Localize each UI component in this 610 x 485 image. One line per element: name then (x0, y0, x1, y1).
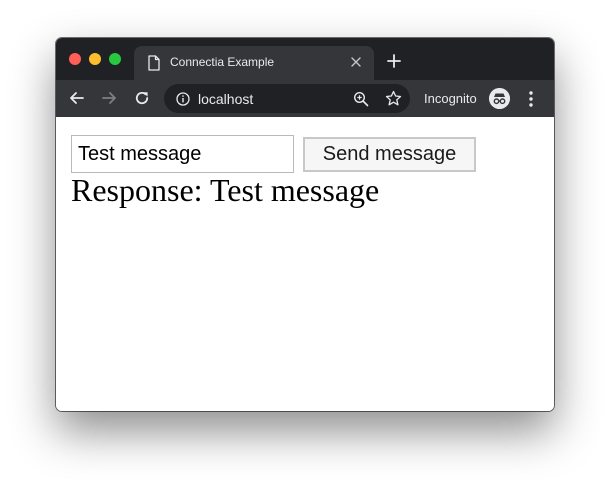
page-icon (148, 55, 160, 71)
new-tab-icon[interactable] (386, 53, 402, 69)
window-minimize-button[interactable] (89, 53, 101, 65)
window-close-button[interactable] (69, 53, 81, 65)
url-text: localhost (198, 91, 254, 107)
tab-title: Connectia Example (170, 55, 275, 69)
address-bar[interactable]: localhost (164, 84, 410, 113)
browser-toolbar: localhost Incognito (56, 80, 554, 117)
window-maximize-button[interactable] (109, 53, 121, 65)
browser-window: Connectia Example localhost Incognito Te… (56, 38, 554, 411)
message-input[interactable] (71, 135, 294, 173)
incognito-icon[interactable] (489, 88, 510, 109)
back-arrow-icon[interactable] (68, 89, 86, 107)
tab-close-icon[interactable] (350, 56, 362, 68)
send-message-button[interactable]: Send message (303, 137, 476, 172)
tab-strip: Connectia Example (56, 38, 554, 80)
star-icon[interactable] (385, 90, 402, 107)
browser-tab[interactable]: Connectia Example (134, 46, 374, 80)
info-icon[interactable] (176, 92, 190, 106)
zoom-icon[interactable] (353, 91, 369, 107)
response-text: Response: Test message (71, 172, 380, 208)
menu-dots-icon[interactable] (523, 90, 539, 108)
incognito-label: Incognito (424, 91, 477, 106)
reload-icon[interactable] (133, 89, 151, 107)
forward-arrow-icon[interactable] (100, 89, 118, 107)
page-content: Send message Response: Test message (56, 117, 554, 411)
